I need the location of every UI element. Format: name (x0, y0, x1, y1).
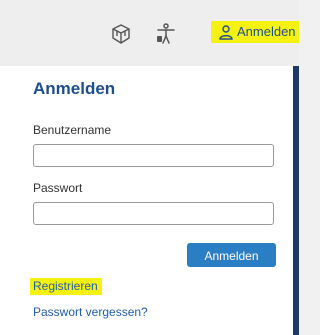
password-field[interactable] (33, 202, 274, 225)
user-icon (218, 24, 234, 40)
top-bar: Anmelden (0, 0, 299, 66)
password-label: Passwort (33, 181, 83, 195)
panel-edge (293, 66, 299, 335)
login-title: Anmelden (33, 79, 116, 98)
header-login-label: Anmelden (237, 24, 296, 39)
header-login-link[interactable]: Anmelden (211, 21, 299, 43)
login-submit-button[interactable]: Anmelden (187, 243, 276, 267)
accessibility-icon[interactable] (153, 22, 177, 46)
gift-box-icon[interactable] (109, 22, 133, 46)
forgot-password-link[interactable]: Passwort vergessen? (33, 304, 148, 320)
username-field[interactable] (33, 144, 274, 167)
register-link[interactable]: Registrieren (30, 278, 102, 295)
username-label: Benutzername (33, 123, 112, 137)
